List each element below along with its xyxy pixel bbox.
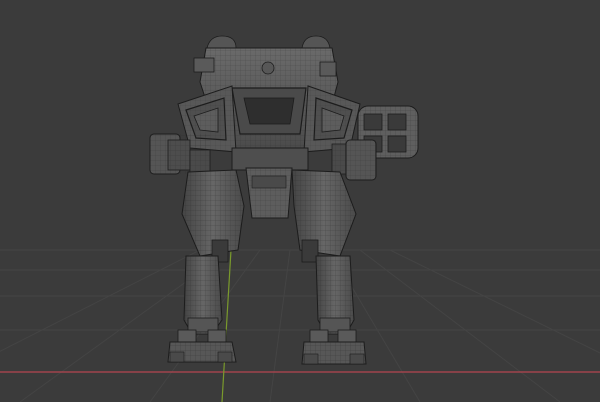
left-leg (181, 169, 245, 335)
right-foot (301, 329, 367, 365)
left-top-cap (206, 35, 237, 49)
right-leg (291, 169, 357, 335)
head-side-box (193, 57, 215, 73)
sensor-eye (261, 61, 275, 75)
floor-grid (0, 249, 600, 402)
mech-wireframe-model[interactable] (149, 35, 419, 365)
viewport-canvas[interactable] (0, 0, 600, 402)
left-arm-joint (149, 133, 211, 175)
left-foot (167, 329, 237, 363)
y-axis-line (221, 249, 232, 402)
cockpit-window (243, 97, 295, 125)
right-top-cap (301, 35, 331, 49)
3d-viewport[interactable] (0, 0, 600, 402)
